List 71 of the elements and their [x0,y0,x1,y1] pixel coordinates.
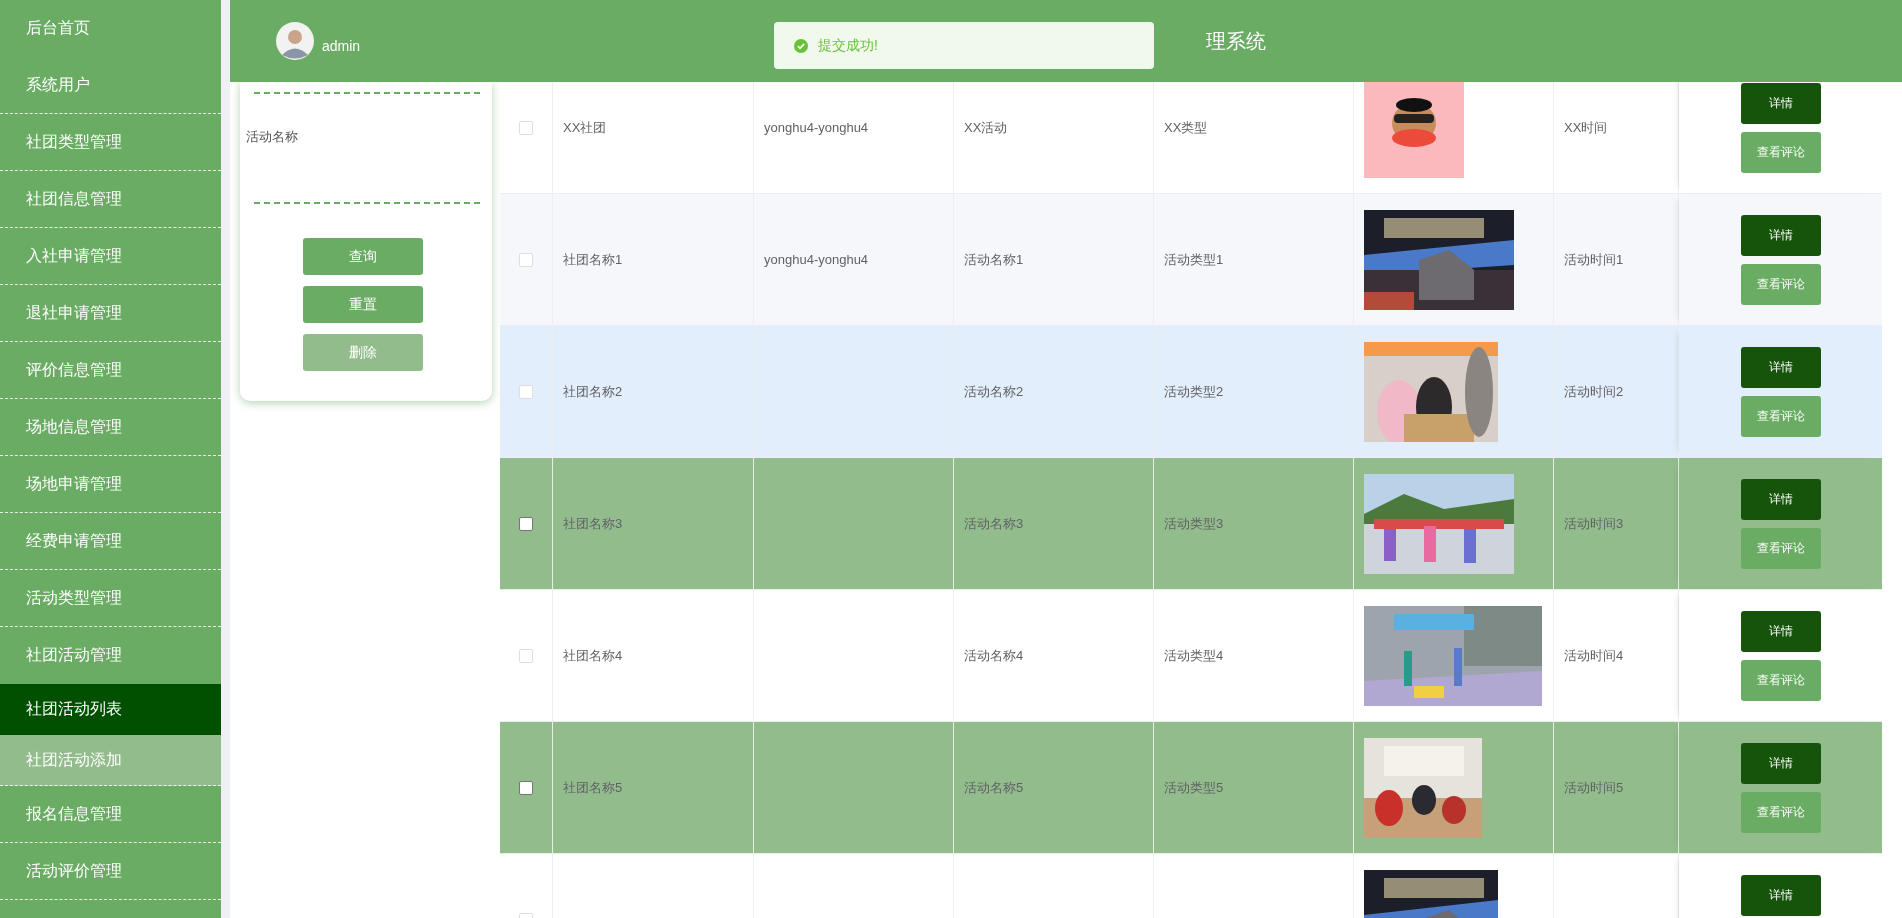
details-button[interactable]: 详情 [1740,83,1821,124]
avatar[interactable] [276,22,314,60]
table-cell: yonghu4-yonghu4 [764,252,869,267]
table-row[interactable]: 社团名称2 活动名称2 活动类型2 活动时间2 详情 查看评论 [500,326,1882,458]
comments-button[interactable]: 查看评论 [1740,660,1821,701]
details-button[interactable]: 详情 [1740,743,1821,784]
table-cell: 活动时间2 [1564,382,1624,401]
comments-button[interactable]: 查看评论 [1740,264,1821,305]
details-button[interactable]: 详情 [1740,215,1821,256]
table-cell: XX类型 [1164,118,1208,137]
table-cell: 活动名称1 [964,250,1024,269]
table-cell: XX时间 [1564,118,1608,137]
sidebar-item[interactable]: 经费申请管理 [0,513,221,570]
sidebar-item[interactable]: 社团信息管理 [0,171,221,228]
search-panel-button[interactable]: 查询 [303,238,423,275]
sidebar-item[interactable]: 退社申请管理 [0,285,221,342]
table-cell: 活动时间4 [1564,646,1624,665]
sidebar-subitem[interactable]: 社团活动列表 [0,684,221,735]
table-row[interactable]: XX社团 yonghu4-yonghu4 XX活动 XX类型 XX时间 详情 查看评论 [500,82,1882,194]
table-cell: 活动类型4 [1164,646,1224,665]
sidebar-subitem[interactable]: 社团活动添加 [0,735,221,786]
table-cell: 活动类型3 [1164,514,1224,533]
page-title: 理系统 [1206,28,1267,54]
table-cell: 社团名称4 [563,646,623,665]
table-row[interactable]: 社团名称4 活动名称4 活动类型4 活动时间4 详情 查看评论 [500,590,1882,722]
table-cell: 社团名称1 [563,250,623,269]
row-checkbox[interactable] [519,516,533,531]
sidebar-item[interactable]: 报名信息管理 [0,786,221,843]
table-cell: 活动名称4 [964,646,1024,665]
table-row[interactable]: 社团名称1 yonghu4-yonghu4 活动名称1 活动类型1 活动时间1 详情 查看评论 [500,194,1882,326]
sidebar-item[interactable]: 社团类型管理 [0,114,221,171]
table-cell: 社团名称3 [563,514,623,533]
table-cell: 社团名称2 [563,382,623,401]
details-button[interactable]: 详情 [1740,611,1821,652]
search-panel-button[interactable]: 重置 [303,286,423,323]
user-name: admin [322,38,361,54]
details-button[interactable]: 详情 [1740,875,1821,916]
table-row[interactable]: 社团名称5 活动名称5 活动类型5 活动时间5 详情 查看评论 [500,722,1882,854]
comments-button[interactable]: 查看评论 [1740,396,1821,437]
sidebar-item[interactable]: 活动评价管理 [0,843,221,900]
details-button[interactable]: 详情 [1740,479,1821,520]
table-cell: 活动时间3 [1564,514,1624,533]
table-cell: yonghu4-yonghu4 [764,120,869,135]
table-cell: 社团名称5 [563,778,623,797]
row-checkbox[interactable] [519,780,533,795]
sidebar-item[interactable]: 后台首页 [0,0,221,57]
table-cell: 活动名称3 [964,514,1024,533]
sidebar-item[interactable]: 入社申请管理 [0,228,221,285]
sidebar-item[interactable]: 评价信息管理 [0,342,221,399]
table-cell: 活动类型5 [1164,778,1224,797]
table-cell: 活动类型2 [1164,382,1224,401]
table-cell: 活动名称2 [964,382,1024,401]
sidebar-item[interactable]: 活动类型管理 [0,570,221,627]
sidebar-item[interactable]: 场地信息管理 [0,399,221,456]
comments-button[interactable]: 查看评论 [1740,528,1821,569]
details-button[interactable]: 详情 [1740,347,1821,388]
sidebar-item[interactable]: 场地申请管理 [0,456,221,513]
sidebar-item[interactable]: 系统用户 [0,57,221,114]
table-cell: 活动时间5 [1564,778,1624,797]
table-cell: 活动时间1 [1564,250,1624,269]
table-cell: 活动类型1 [1164,250,1224,269]
sidebar-item[interactable]: 社团活动管理 [0,627,221,684]
field-label: 活动名称 [246,128,299,146]
table-cell: XX活动 [964,118,1008,137]
comments-button[interactable]: 查看评论 [1740,132,1821,173]
table-cell: 活动名称5 [964,778,1024,797]
table-cell: XX社团 [563,118,607,137]
check-circle-icon [794,38,808,53]
toast-message: 提交成功! [818,36,878,55]
table-row[interactable]: 社团名称3 活动名称3 活动类型3 活动时间3 详情 查看评论 [500,458,1882,590]
comments-button[interactable]: 查看评论 [1740,792,1821,833]
